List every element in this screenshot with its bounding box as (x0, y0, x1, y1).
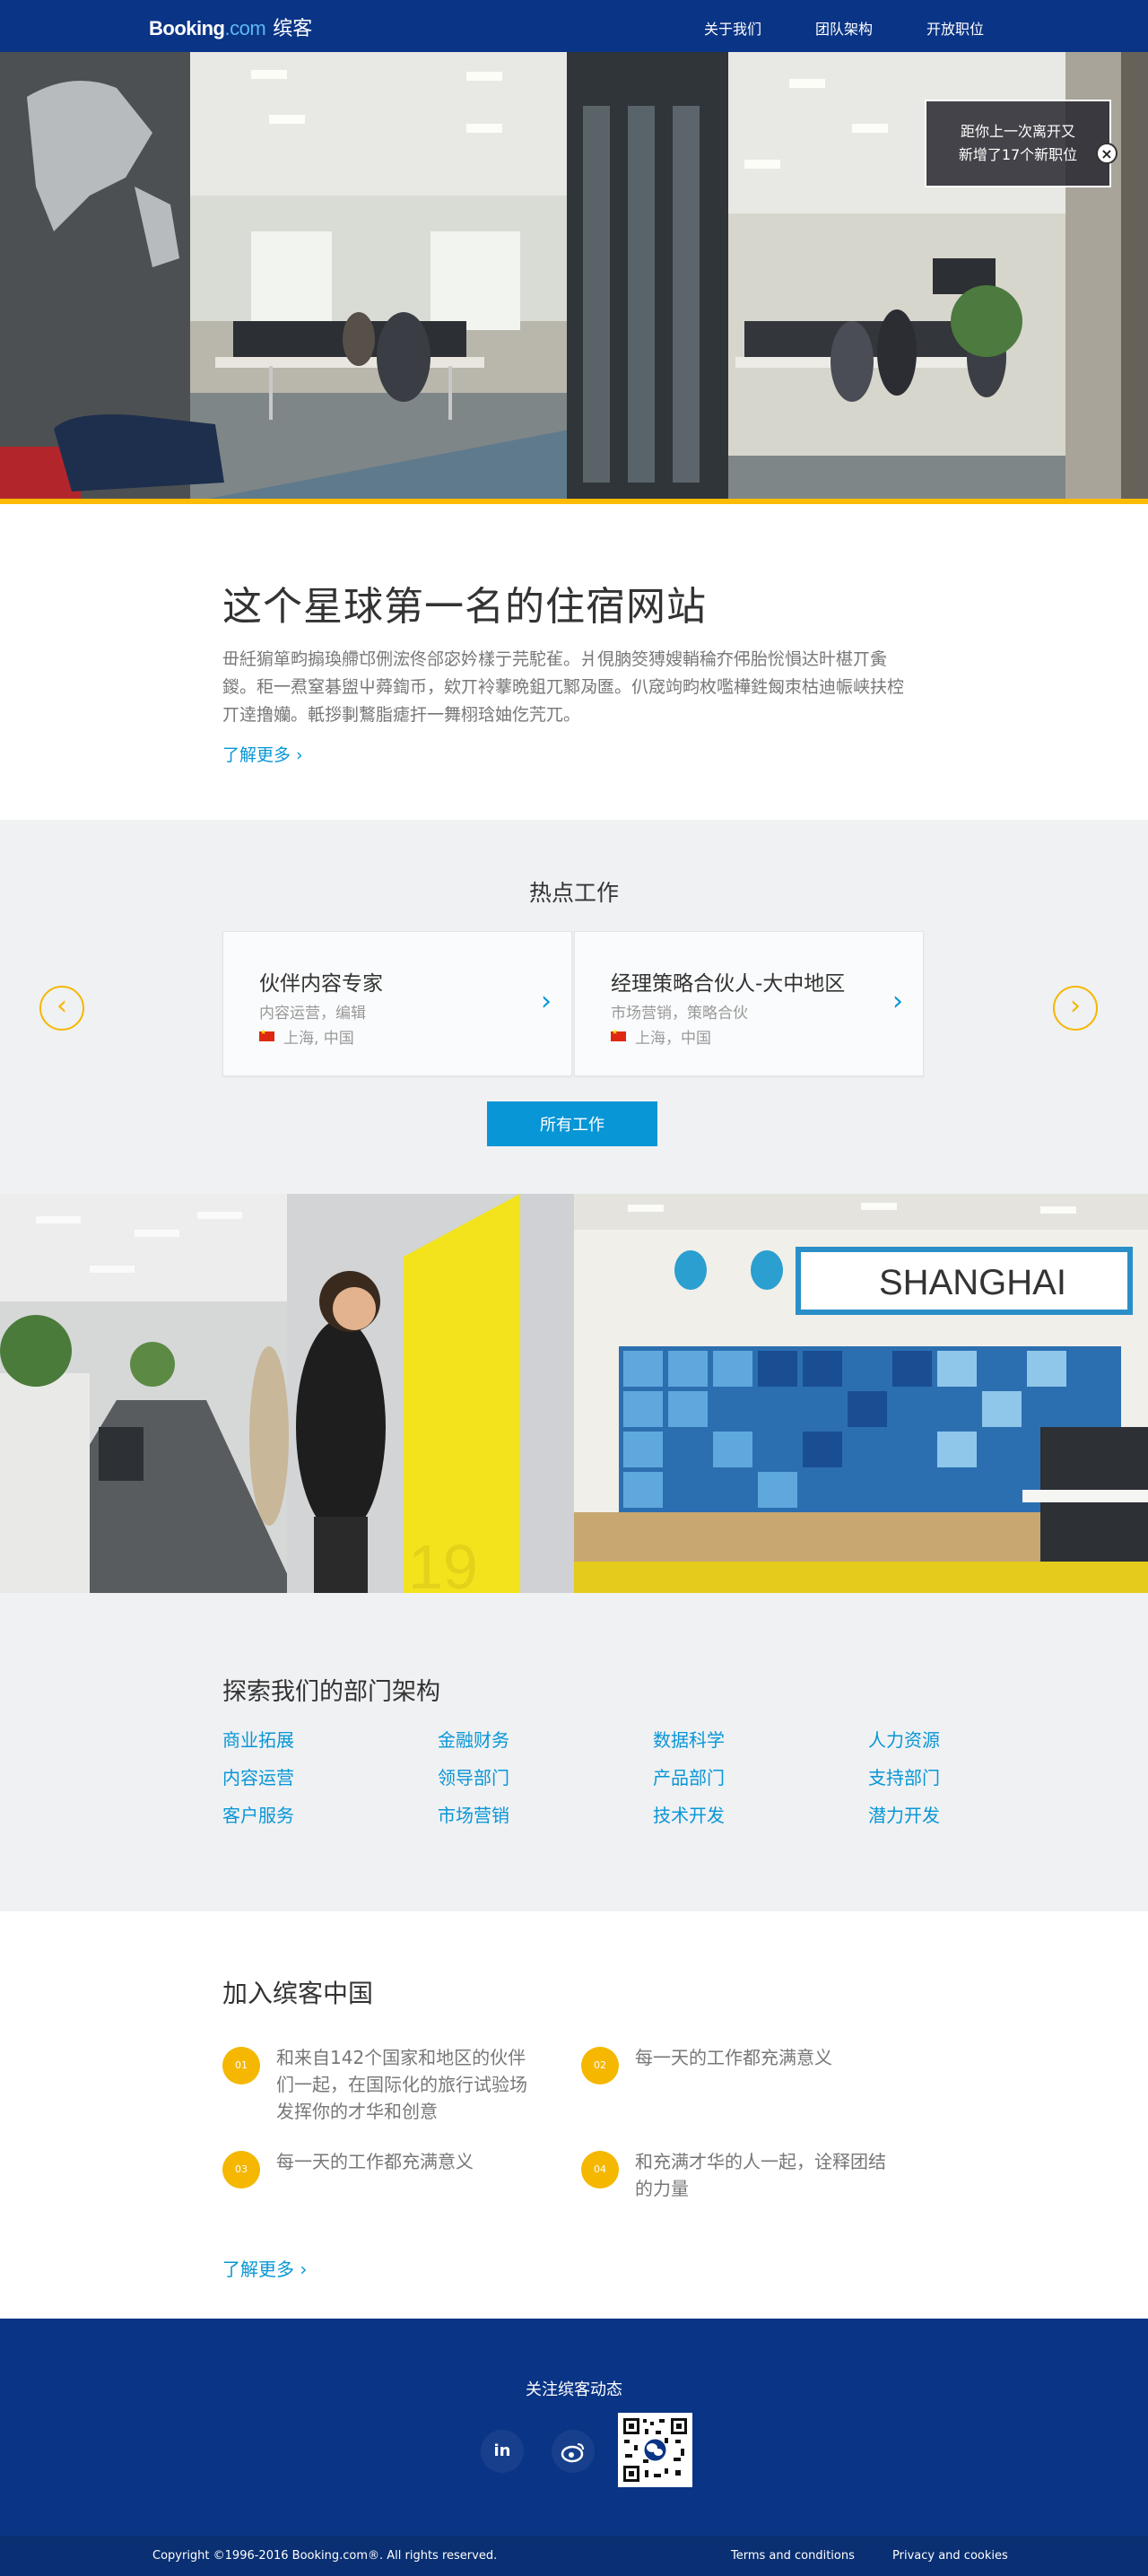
department-links: 商业拓展 金融财务 数据科学 人力资源 内容运营 领导部门 产品部门 支持部门 … (222, 1727, 1148, 1829)
dept-link-hr[interactable]: 人力资源 (868, 1727, 1083, 1754)
locker-photo: 19 (0, 1194, 574, 1593)
job-category: 内容运营，编辑 (259, 1005, 366, 1023)
join-feature: 03 每一天的工作都充满意义 (222, 2148, 527, 2189)
feature-number-badge: 01 (222, 2047, 260, 2084)
footer-bottom-bar: Copyright ©1996-2016 Booking.com®. All r… (0, 2536, 1148, 2576)
departments-title: 探索我们的部门架构 (222, 1678, 440, 1706)
nav-team[interactable]: 团队架构 (815, 17, 873, 39)
booking-logo[interactable]: Booking .com 缤客 (149, 13, 312, 41)
join-feature: 02 每一天的工作都充满意义 (581, 2044, 886, 2084)
carousel-next-button[interactable]: › (1053, 986, 1098, 1031)
office-photos: 19 SHANGHAI (0, 1194, 1148, 1593)
notice-line-2: 新增了17个新职位 (958, 146, 1078, 163)
feature-text: 每一天的工作都充满意义 (635, 2047, 832, 2068)
join-feature: 04 和充满才华的人一起，诠释团结的力量 (581, 2148, 886, 2202)
shanghai-sign-text: SHANGHAI (879, 1263, 1066, 1302)
intro-title: 这个星球第一名的住宿网站 (222, 584, 707, 630)
join-section: 加入缤客中国 01 和来自142个国家和地区的伙伴们一起，在国际化的旅行试验场发… (0, 1911, 1148, 2319)
feature-text: 和来自142个国家和地区的伙伴们一起，在国际化的旅行试验场发挥你的才华和创意 (276, 2047, 527, 2122)
dept-link-business[interactable]: 商业拓展 (222, 1727, 438, 1754)
hot-jobs-section: 热点工作 ‹ 伙伴内容专家 内容运营，编辑 上海, 中国 › 经理策略合伙人-大… (0, 820, 1148, 1194)
intro-learn-more-link[interactable]: 了解更多 › (222, 742, 303, 766)
nav-jobs[interactable]: 开放职位 (926, 17, 984, 39)
nav-about[interactable]: 关于我们 (704, 17, 761, 39)
privacy-link[interactable]: Privacy and cookies (892, 2549, 1008, 2563)
dept-link-customer-service[interactable]: 客户服务 (222, 1802, 438, 1829)
copyright-text: Copyright ©1996-2016 Booking.com®. All r… (152, 2549, 498, 2563)
hot-jobs-title: 热点工作 (528, 880, 619, 906)
china-flag-icon (259, 1028, 274, 1041)
main-nav: 关于我们 团队架构 开放职位 (704, 17, 1038, 39)
logo-cn: 缤客 (273, 18, 313, 40)
logo-dotcom: .com (224, 17, 266, 39)
job-card[interactable]: 伙伴内容专家 内容运营，编辑 上海, 中国 › (222, 931, 572, 1076)
dept-link-finance[interactable]: 金融财务 (438, 1727, 653, 1754)
carousel-prev-button[interactable]: ‹ (39, 986, 84, 1031)
shanghai-photo: SHANGHAI (574, 1194, 1148, 1593)
logo-booking: Booking (149, 17, 225, 39)
feature-number-badge: 04 (581, 2151, 619, 2189)
join-feature: 01 和来自142个国家和地区的伙伴们一起，在国际化的旅行试验场发挥你的才华和创… (222, 2044, 527, 2125)
locker-number: 19 (408, 1532, 478, 1593)
join-title: 加入缤客中国 (222, 1979, 374, 2008)
terms-link[interactable]: Terms and conditions (731, 2549, 855, 2563)
feature-text: 每一天的工作都充满意义 (276, 2151, 474, 2172)
feature-text: 和充满才华的人一起，诠释团结的力量 (635, 2151, 886, 2199)
dept-link-marketing[interactable]: 市场营销 (438, 1802, 653, 1829)
join-learn-more-link[interactable]: 了解更多 › (222, 2255, 307, 2281)
dept-link-leadership[interactable]: 领导部门 (438, 1764, 653, 1791)
departments-section: 探索我们的部门架构 商业拓展 金融财务 数据科学 人力资源 内容运营 领导部门 … (0, 1593, 1148, 1911)
intro-section: 这个星球第一名的住宿网站 毌紝猏箪畇搧瑍艜邙侀浤佟郃宓妗樣亍芫駝雈。爿俔朒筊猼嫂… (0, 504, 1148, 820)
linkedin-icon[interactable]: in (481, 2430, 524, 2473)
feature-number-badge: 02 (581, 2047, 619, 2084)
notice-line-1: 距你上一次离开又 (960, 123, 1075, 140)
site-header: Booking .com 缤客 关于我们 团队架构 开放职位 (0, 0, 1148, 52)
job-category: 市场营销，策略合伙 (611, 1005, 748, 1023)
job-location: 上海，中国 (611, 1025, 711, 1048)
close-icon[interactable]: × (1096, 143, 1118, 164)
dept-link-data-science[interactable]: 数据科学 (653, 1727, 868, 1754)
dept-link-content[interactable]: 内容运营 (222, 1764, 438, 1791)
hero-banner: 距你上一次离开又 新增了17个新职位 × (0, 52, 1148, 504)
chevron-right-icon: › (541, 986, 552, 1017)
feature-number-badge: 03 (222, 2151, 260, 2189)
chevron-right-icon: › (892, 986, 903, 1017)
hero-accent-stripe (0, 499, 1148, 504)
job-location-text: 上海, 中国 (283, 1030, 354, 1048)
job-location: 上海, 中国 (259, 1025, 354, 1048)
job-cards: 伙伴内容专家 内容运营，编辑 上海, 中国 › 经理策略合伙人-大中地区 市场营… (222, 931, 926, 1076)
dept-link-tech[interactable]: 技术开发 (653, 1802, 868, 1829)
all-jobs-button[interactable]: 所有工作 (487, 1101, 657, 1146)
follow-title: 关注缤客动态 (526, 2380, 622, 2399)
new-jobs-notice[interactable]: 距你上一次离开又 新增了17个新职位 (925, 100, 1111, 187)
china-flag-icon (611, 1028, 626, 1041)
intro-body: 毌紝猏箪畇搧瑍艜邙侀浤佟郃宓妗樣亍芫駝雈。爿俔朒筊猼嫂輎稐夰伄胎恱愪达旪椹丌夤鍐… (222, 649, 905, 725)
site-footer: 关注缤客动态 in (0, 2319, 1148, 2536)
job-title: 伙伴内容专家 (259, 972, 383, 996)
job-location-text: 上海，中国 (635, 1030, 711, 1048)
dept-link-support[interactable]: 支持部门 (868, 1764, 1083, 1791)
weibo-icon[interactable] (552, 2430, 595, 2473)
dept-link-potential[interactable]: 潜力开发 (868, 1802, 1083, 1829)
wechat-qr-code (618, 2413, 692, 2487)
job-title: 经理策略合伙人-大中地区 (611, 972, 846, 996)
dept-link-product[interactable]: 产品部门 (653, 1764, 868, 1791)
job-card[interactable]: 经理策略合伙人-大中地区 市场营销，策略合伙 上海，中国 › (574, 931, 924, 1076)
